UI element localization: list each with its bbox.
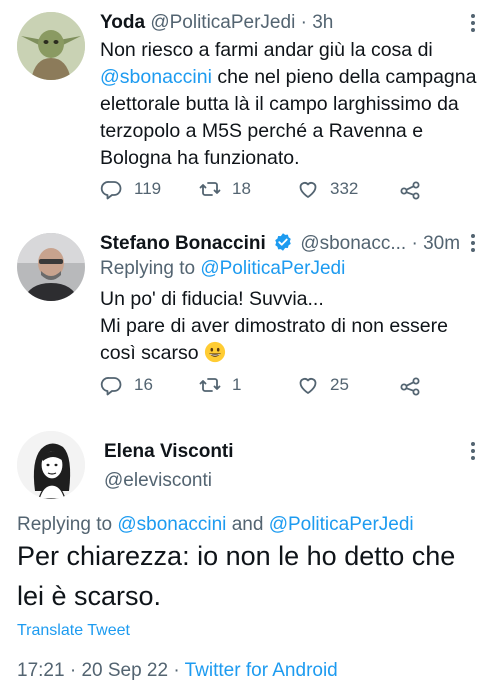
author-handle[interactable]: @elevisconti	[104, 470, 212, 491]
tweet-bonaccini[interactable]: Stefano Bonaccini @sbonacc... · 30m Repl…	[0, 220, 498, 420]
author-handle[interactable]: @sbonacc...	[300, 233, 406, 254]
tweet-actions: 119 18 332	[100, 177, 490, 205]
more-options-icon[interactable]	[470, 442, 476, 463]
heart-icon	[299, 378, 317, 394]
bonaccini-avatar-icon	[17, 233, 85, 301]
reply-count: 119	[134, 179, 162, 198]
tweet-main: Elena Visconti @elevisconti Replying to …	[0, 420, 498, 680]
retweet-count: 1	[232, 375, 242, 394]
like-count: 332	[330, 179, 359, 198]
reply-icon	[100, 377, 122, 396]
mention-link[interactable]: @sbonaccini	[100, 66, 212, 88]
share-icon	[400, 181, 420, 200]
tweet-date[interactable]: 20 Sep 22	[81, 660, 168, 680]
retweet-count: 18	[232, 179, 251, 198]
main-author-handle-row: @elevisconti	[104, 470, 212, 492]
more-options-icon[interactable]	[470, 234, 476, 255]
tweet-header: Yoda @PoliticaPerJedi · 3h	[100, 12, 333, 34]
avatar-bonaccini[interactable]	[17, 233, 85, 301]
heart-icon	[299, 182, 317, 198]
separator-dot: ·	[168, 660, 185, 680]
yoda-avatar-icon	[17, 12, 85, 80]
share-button[interactable]	[398, 373, 432, 397]
translate-tweet-link[interactable]: Translate Tweet	[17, 622, 130, 640]
text-line: Mi pare di aver dimostrato di non essere	[100, 315, 448, 337]
text-line: Per chiarezza: io non le ho detto che	[17, 541, 456, 571]
tweet-source-link[interactable]: Twitter for Android	[185, 660, 338, 680]
author-name[interactable]: Yoda	[100, 12, 145, 33]
tweet-actions: 16 1 25	[100, 373, 490, 401]
retweet-button[interactable]: 18	[198, 177, 251, 201]
retweet-icon	[199, 378, 221, 392]
retweet-icon	[199, 182, 221, 196]
reply-count: 16	[134, 375, 153, 394]
like-button[interactable]: 332	[296, 177, 358, 201]
author-name[interactable]: Elena Visconti	[104, 441, 234, 462]
replying-to: Replying to @sbonaccini and @PoliticaPer…	[17, 514, 414, 536]
text-line: Un po' di fiducia! Suvvia...	[100, 288, 324, 310]
text-line: terzopolo a M5S perché a Ravenna e	[100, 120, 424, 142]
text-line: che nel pieno della campagna	[211, 66, 477, 88]
tweet-time[interactable]: 3h	[312, 12, 333, 33]
separator-dot: ·	[64, 660, 82, 680]
author-name[interactable]: Stefano Bonaccini	[100, 233, 266, 254]
tweet-timestamp[interactable]: 17:21	[17, 660, 65, 680]
replying-to-link-1[interactable]: @sbonaccini	[117, 514, 226, 535]
reply-icon	[100, 181, 122, 200]
replying-prefix: Replying to	[100, 258, 201, 279]
main-tweet-text: Per chiarezza: io non le ho detto che le…	[17, 536, 492, 616]
tweet-metadata: 17:21 · 20 Sep 22 · Twitter for Android	[17, 660, 338, 680]
reply-button[interactable]: 16	[100, 373, 153, 397]
share-button[interactable]	[398, 177, 432, 201]
tweet-text: Non riesco a farmi andar giù la cosa di …	[100, 37, 490, 172]
avatar-visconti[interactable]	[17, 431, 85, 499]
separator-dot: ·	[406, 233, 424, 254]
replying-prefix: Replying to	[17, 514, 118, 535]
author-handle[interactable]: @PoliticaPerJedi	[150, 12, 295, 33]
like-button[interactable]: 25	[296, 373, 349, 397]
text-line: elettorale butta là il campo larghissimo…	[100, 93, 459, 115]
verified-badge-icon	[275, 233, 291, 251]
separator-dot: ·	[295, 12, 313, 33]
text-line: Non riesco a farmi andar giù la cosa di	[100, 39, 433, 61]
tweet-time[interactable]: 30m	[423, 233, 460, 254]
text-line: così scarso	[100, 342, 199, 364]
like-count: 25	[330, 375, 349, 394]
text-line: lei è scarso.	[17, 581, 162, 611]
retweet-button[interactable]: 1	[198, 373, 241, 397]
replying-to-link[interactable]: @PoliticaPerJedi	[200, 258, 345, 279]
text-line: Bologna ha funzionato.	[100, 147, 300, 169]
replying-and: and	[226, 514, 269, 535]
visconti-avatar-icon	[17, 431, 85, 499]
more-options-icon[interactable]	[470, 14, 476, 35]
tweet-header: Stefano Bonaccini @sbonacc... · 30m	[100, 232, 460, 255]
replying-to: Replying to @PoliticaPerJedi	[100, 258, 345, 280]
replying-to-link-2[interactable]: @PoliticaPerJedi	[269, 514, 414, 535]
reply-button[interactable]: 119	[100, 177, 161, 201]
tweet-text: Un po' di fiducia! Suvvia... Mi pare di …	[100, 286, 490, 367]
grinning-emoji-icon	[204, 341, 226, 363]
tweet-yoda[interactable]: Yoda @PoliticaPerJedi · 3h Non riesco a …	[0, 0, 498, 220]
main-author-name-row: Elena Visconti	[104, 441, 234, 463]
avatar-yoda[interactable]	[17, 12, 85, 80]
share-icon	[400, 377, 420, 396]
